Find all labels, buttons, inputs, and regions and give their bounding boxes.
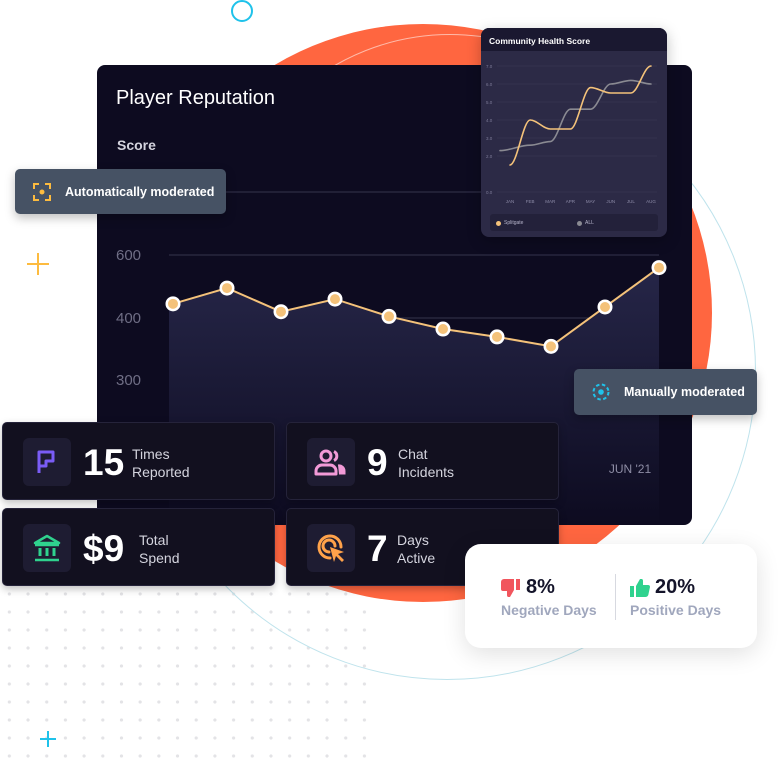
focus-icon <box>33 182 51 201</box>
legend-swatch <box>496 220 501 226</box>
stat-chat-incidents: 9 Chat Incidents <box>286 422 559 500</box>
data-point-fill <box>222 283 232 294</box>
x-tick-label: FEB <box>526 199 535 204</box>
negative-days: 8% Negative Days <box>501 576 597 618</box>
ratio-label: Positive Days <box>630 602 722 618</box>
x-tick-label: JUN <box>606 199 615 204</box>
manually-moderated-tag: Manually moderated <box>574 369 757 415</box>
stat-label: Chat Incidents <box>398 445 454 481</box>
data-point-fill <box>384 311 394 322</box>
x-tick-label: JUN '21 <box>609 462 652 476</box>
y-tick-label: 300 <box>116 372 141 389</box>
card-title: Player Reputation <box>116 87 275 109</box>
stat-label-line: Spend <box>139 550 180 566</box>
thumbs-up-icon <box>630 578 650 597</box>
plus-icon <box>27 253 49 275</box>
mini-chart-title: Community Health Score <box>481 28 667 51</box>
stat-label-line: Reported <box>132 464 190 480</box>
bank-icon <box>33 534 61 562</box>
users-icon <box>314 449 346 476</box>
y-tick-label: 2.0 <box>486 154 493 159</box>
stat-label-line: Times <box>132 446 170 462</box>
plus-icon <box>40 731 56 747</box>
x-tick-label: JAN <box>506 199 515 204</box>
legend-label: ALL <box>585 220 594 226</box>
dashed-target-icon <box>592 383 610 401</box>
tag-label: Automatically moderated <box>65 184 215 199</box>
stat-label-line: Total <box>139 532 169 548</box>
divider <box>615 574 616 620</box>
icon-tile <box>307 524 355 572</box>
icon-tile <box>23 524 71 572</box>
data-point-fill <box>438 324 448 335</box>
y-tick-label: 5.0 <box>486 100 493 105</box>
y-tick-label: 7.0 <box>486 64 493 69</box>
thumbs-down-icon <box>501 578 520 597</box>
automatically-moderated-tag: Automatically moderated <box>15 169 226 214</box>
data-point-fill <box>600 301 610 312</box>
y-tick-label: 3.0 <box>486 136 493 141</box>
legend-swatch <box>577 220 582 226</box>
legend-item-all[interactable]: ALL <box>577 220 594 226</box>
cursor-click-icon <box>317 534 344 562</box>
stat-label: Times Reported <box>132 445 190 481</box>
tag-label: Manually moderated <box>624 385 745 399</box>
icon-tile <box>23 438 71 486</box>
ratio-label: Negative Days <box>501 602 597 618</box>
x-tick-label: MAR <box>545 199 556 204</box>
stat-label-line: Active <box>397 550 436 566</box>
ratio-value: 8% <box>526 576 555 598</box>
y-tick-label: 0.0 <box>486 190 493 195</box>
circle-decoration <box>231 0 253 22</box>
ratio-value: 20% <box>655 576 696 598</box>
stat-label-line: Chat <box>398 446 428 462</box>
stat-value: 9 <box>367 442 388 483</box>
icon-tile <box>307 438 355 486</box>
community-health-card: Community Health Score 0.0 2.0 3.0 4.0 5.0 6.… <box>481 28 667 237</box>
stat-label: Days Active <box>397 531 435 567</box>
y-tick-label: 400 <box>116 310 141 327</box>
stat-value: $9 <box>83 528 125 569</box>
positive-days: 20% Positive Days <box>630 576 721 618</box>
chart-subtitle: Score <box>117 137 156 153</box>
data-point-fill <box>330 294 340 305</box>
y-tick-label: 600 <box>116 247 141 264</box>
legend-label: Splitgate <box>504 220 524 226</box>
flag-icon <box>37 450 55 473</box>
data-point-fill <box>276 306 286 317</box>
data-point-fill <box>546 341 556 352</box>
x-tick-label: AUG <box>646 199 656 204</box>
day-ratio-card: 8% Negative Days 20% Positive Days <box>465 544 757 648</box>
series-line-all <box>499 79 652 152</box>
community-health-chart: 0.0 2.0 3.0 4.0 5.0 6.0 7.0 JAN FEB MAR APR MAY JUN J… <box>486 64 657 204</box>
x-tick-label: JUL <box>627 199 635 204</box>
y-tick-label: 6.0 <box>486 82 493 87</box>
x-tick-label: MAY <box>586 199 595 204</box>
y-tick-label: 4.0 <box>486 118 493 123</box>
legend-item-splitgate[interactable]: Splitgate <box>496 220 523 226</box>
x-tick-label: APR <box>566 199 576 204</box>
data-point-fill <box>654 262 664 273</box>
stat-label: Total Spend <box>139 531 179 567</box>
stat-value: 15 <box>83 442 125 483</box>
stat-times-reported: 15 Times Reported <box>2 422 275 500</box>
data-point-fill <box>168 298 178 309</box>
stat-label-line: Days <box>397 532 429 548</box>
stat-label-line: Incidents <box>398 464 455 480</box>
stat-total-spend: $9 Total Spend <box>2 508 275 586</box>
stat-value: 7 <box>367 528 388 569</box>
chart-legend: Splitgate ALL <box>490 214 658 231</box>
data-point-fill <box>492 331 502 342</box>
